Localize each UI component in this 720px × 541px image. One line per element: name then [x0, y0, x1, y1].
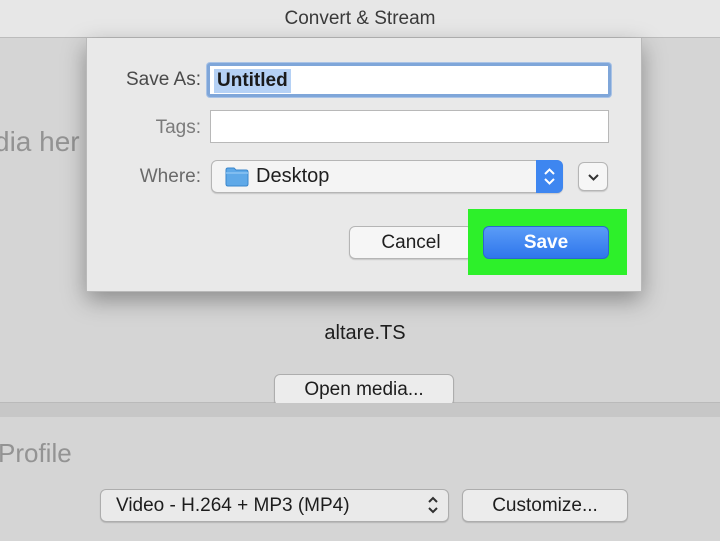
save-dialog: Save As: Untitled Tags: Where: Desktop C… [86, 38, 642, 292]
save-as-value: Untitled [214, 69, 291, 93]
tags-input[interactable] [210, 110, 609, 143]
window-title: Convert & Stream [0, 0, 720, 38]
cancel-button[interactable]: Cancel [349, 226, 473, 259]
folder-icon [225, 167, 249, 187]
where-value: Desktop [256, 165, 330, 187]
save-as-label: Save As: [126, 69, 201, 90]
chevron-down-icon [588, 174, 599, 181]
where-label: Where: [139, 166, 201, 187]
expand-dialog-button[interactable] [578, 162, 608, 191]
save-as-input[interactable]: Untitled [207, 63, 611, 97]
tags-label: Tags: [155, 117, 201, 138]
updown-chevron-icon [544, 168, 555, 185]
where-stepper[interactable] [536, 160, 563, 193]
where-select[interactable]: Desktop [211, 160, 563, 193]
save-button[interactable]: Save [483, 226, 609, 259]
